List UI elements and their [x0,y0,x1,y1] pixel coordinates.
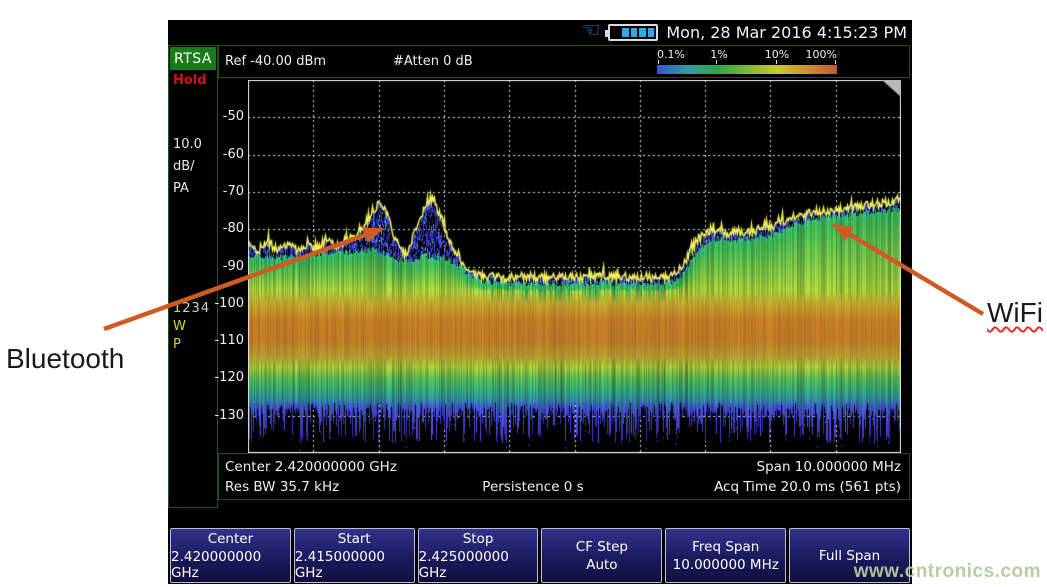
legend-label-1: 1% [710,48,727,61]
top-annotation-bar: Ref -40.00 dBm #Atten 0 dB 0.1% 1% 10% 1… [218,45,910,78]
mode-badge-rtsa[interactable]: RTSA [170,47,216,70]
atten-text: #Atten 0 dB [393,54,473,69]
softkey-value: Auto [586,557,617,573]
battery-cell [639,28,646,37]
bluetooth-callout-label: Bluetooth [6,343,124,375]
y-axis-label: -110 [214,333,244,348]
legend-label-0p1: 0.1% [657,48,685,61]
softkey-value: 2.425000000 GHz [419,549,538,581]
battery-cell [622,28,629,37]
softkey-center[interactable]: Center 2.420000000 GHz [170,528,291,583]
y-axis-label: -70 [223,184,244,199]
battery-cell [648,28,655,37]
softkey-label: Start [338,531,371,547]
trace-flag-p: P [173,337,181,352]
battery-icon [608,24,658,41]
softkey-value: 10.000000 MHz [673,557,779,573]
inactive-trace-numbers: 234 [182,301,210,316]
status-bar: ☜ Mon, 28 Mar 2016 4:15:23 PM [168,20,912,45]
span-text: Span 10.000000 MHz [757,459,901,475]
softkey-label: Center [208,531,253,547]
softkey-freq-span[interactable]: Freq Span 10.000000 MHz [665,528,786,583]
spectrum-persistence-plot[interactable] [248,80,901,453]
pointer-hand-icon: ☜ [582,20,601,41]
scale-value: 10.0 [173,137,202,152]
rbw-text: Res BW 35.7 kHz [225,479,512,495]
y-axis-label: -100 [214,296,244,311]
legend-tick [835,60,836,64]
y-axis-label: -120 [214,370,244,385]
trace-flag-w: W [173,319,186,334]
sweep-state-hold: Hold [173,73,207,88]
scale-unit: dB/ [173,159,195,174]
y-axis-label: -50 [223,109,244,124]
legend-label-10: 10% [765,48,789,61]
softkey-row: Center 2.420000000 GHz Start 2.415000000… [168,527,912,584]
y-axis-label: -80 [223,221,244,236]
softkey-cf-step[interactable]: CF Step Auto [541,528,662,583]
y-axis-label: -130 [214,408,244,423]
watermark-text: www.cntronics.com [854,561,1041,583]
trace-numbers: 1234 [173,301,210,316]
legend-label-100: 100% [806,48,837,61]
legend-tick [658,60,659,64]
y-axis-label: -60 [223,147,244,162]
detector-label: PA [173,181,189,196]
y-axis-labels: -50 -60 -70 -80 -90 -100 -110 -120 -130 [208,80,246,453]
persistence-text: Persistence 0 s [482,479,583,495]
softkey-value: 2.415000000 GHz [295,549,414,581]
softkey-label: Freq Span [692,539,759,555]
y-axis-label: -90 [223,259,244,274]
analyzer-screen: ☜ Mon, 28 Mar 2016 4:15:23 PM RTSA Hold … [168,20,912,584]
softkey-label: CF Step [576,539,628,555]
legend-tick [716,60,717,64]
softkey-stop[interactable]: Stop 2.425000000 GHz [418,528,539,583]
density-color-legend: 0.1% 1% 10% 100% [657,48,837,76]
softkey-value: 2.420000000 GHz [171,549,290,581]
wifi-callout-label: WiFi [987,297,1043,329]
softkey-start[interactable]: Start 2.415000000 GHz [294,528,415,583]
battery-cell [631,28,638,37]
center-freq-text: Center 2.420000000 GHz [225,459,397,475]
active-trace-number: 1 [173,301,182,316]
legend-tick [776,60,777,64]
clock-text: Mon, 28 Mar 2016 4:15:23 PM [666,23,907,42]
softkey-label: Stop [463,531,494,547]
bottom-annotation-bar: Center 2.420000000 GHz Span 10.000000 MH… [218,453,910,500]
density-gradient-bar [657,65,837,74]
acq-time-text: Acq Time 20.0 ms (561 pts) [614,479,901,495]
ref-level-text: Ref -40.00 dBm [225,54,326,69]
